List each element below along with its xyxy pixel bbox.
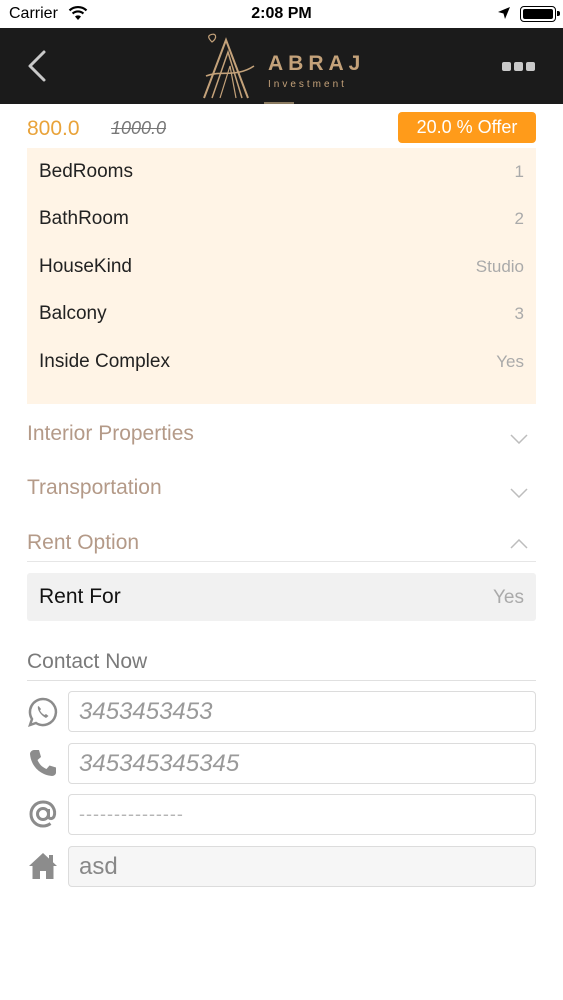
offer-badge: 20.0 % Offer: [398, 112, 536, 143]
section-interior-properties[interactable]: Interior Properties: [27, 408, 536, 462]
rent-for-row: Rent For Yes: [27, 573, 536, 621]
detail-row-bathroom: BathRoom 2: [27, 195, 536, 242]
more-dot-icon: [514, 62, 523, 71]
more-dot-icon: [502, 62, 511, 71]
detail-label: BathRoom: [39, 208, 129, 229]
chevron-down-icon: [510, 434, 528, 444]
back-button[interactable]: [20, 48, 56, 84]
whatsapp-field[interactable]: 3453453453: [68, 691, 536, 732]
divider: [27, 561, 536, 562]
chevron-up-icon: [510, 539, 528, 549]
battery-icon: [520, 6, 560, 22]
detail-value: 1: [514, 162, 524, 181]
clock: 2:08 PM: [251, 5, 312, 22]
chevron-left-icon: [28, 50, 46, 82]
detail-row-housekind: HouseKind Studio: [27, 243, 536, 290]
original-price: 1000.0: [111, 118, 167, 138]
section-label: Rent Option: [27, 531, 140, 554]
more-dot-icon: [526, 62, 535, 71]
property-details: BedRooms 1 BathRoom 2 HouseKind Studio B…: [27, 148, 536, 404]
section-label: Interior Properties: [27, 422, 194, 445]
whatsapp-icon: [28, 697, 58, 727]
detail-row-inside-complex: Inside Complex Yes: [27, 338, 536, 385]
rent-for-label: Rent For: [39, 585, 121, 608]
phone-icon: [30, 750, 56, 776]
rent-for-value: Yes: [493, 587, 524, 608]
detail-row-bedrooms: BedRooms 1: [27, 148, 536, 195]
detail-value: Studio: [475, 257, 524, 276]
current-price: 800.0: [27, 117, 80, 140]
address-field[interactable]: asd: [68, 846, 536, 887]
section-transportation[interactable]: Transportation: [27, 462, 536, 516]
detail-row-balcony: Balcony 3: [27, 290, 536, 337]
section-rent-option[interactable]: Rent Option: [27, 517, 536, 571]
detail-label: Balcony: [39, 303, 107, 324]
scroll-indicator: [264, 102, 294, 104]
detail-value: 3: [514, 304, 524, 323]
navigation-bar: ABRAJ Investment: [0, 28, 563, 104]
detail-label: BedRooms: [39, 161, 133, 182]
brand-logo: ABRAJ Investment: [198, 32, 378, 102]
status-bar: Carrier 2:08 PM: [0, 0, 563, 28]
detail-label: Inside Complex: [39, 351, 170, 372]
location-arrow-icon: [497, 6, 511, 25]
logo-subtitle: Investment: [268, 79, 347, 90]
at-sign-icon: [29, 800, 57, 828]
email-field[interactable]: ---------------: [68, 794, 536, 835]
divider: [27, 680, 536, 681]
more-options-button[interactable]: [502, 58, 538, 74]
chevron-down-icon: [510, 488, 528, 498]
detail-value: Yes: [496, 352, 524, 371]
logo-text: ABRAJ: [268, 52, 366, 75]
section-label: Transportation: [27, 476, 162, 499]
contact-title: Contact Now: [27, 650, 148, 673]
phone-field[interactable]: 345345345345: [68, 743, 536, 784]
home-icon: [29, 853, 57, 879]
logo-mark-icon: [203, 33, 255, 99]
detail-label: HouseKind: [39, 256, 132, 277]
detail-value: 2: [514, 209, 524, 228]
